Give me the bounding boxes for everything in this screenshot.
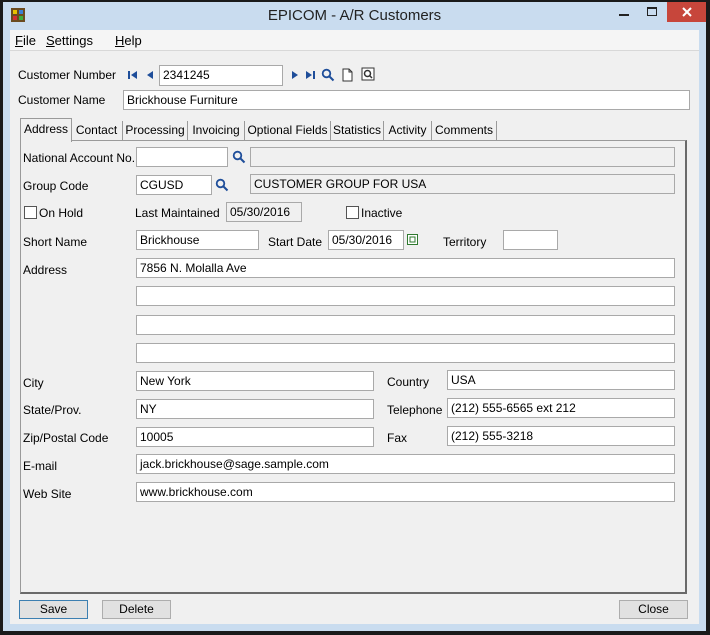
website-label: Web Site — [23, 487, 72, 501]
telephone-label: Telephone — [387, 403, 443, 417]
tab-statistics[interactable]: Statistics — [331, 121, 384, 140]
territory-label: Territory — [443, 235, 487, 249]
delete-button[interactable]: Delete — [102, 600, 171, 619]
close-icon — [681, 7, 692, 17]
customer-number-label: Customer Number — [18, 68, 117, 82]
close-button-label: Close — [638, 602, 669, 616]
close-button[interactable]: Close — [619, 600, 688, 619]
zip-input[interactable]: 10005 — [136, 427, 374, 447]
email-label: E-mail — [23, 459, 58, 473]
short-name-label: Short Name — [23, 235, 88, 249]
on-hold-checkbox[interactable] — [24, 206, 37, 219]
tab-activity[interactable]: Activity — [384, 121, 432, 140]
national-account-label: National Account No. — [23, 151, 136, 165]
last-maintained-value: 05/30/2016 — [226, 202, 302, 222]
last-maintained-label: Last Maintained — [135, 206, 220, 220]
tab-comments[interactable]: Comments — [432, 121, 497, 140]
national-account-input[interactable] — [136, 147, 228, 167]
close-window-button[interactable] — [667, 2, 706, 22]
address-line-4-input[interactable] — [136, 343, 675, 363]
menu-file[interactable]: File — [15, 33, 36, 48]
customer-name-input[interactable]: Brickhouse Furniture — [123, 90, 690, 110]
fax-input[interactable]: (212) 555-3218 — [447, 426, 675, 446]
tab-contact[interactable]: Contact — [71, 121, 123, 140]
territory-input[interactable] — [503, 230, 558, 250]
previous-record-icon[interactable] — [143, 68, 157, 82]
tab-invoicing[interactable]: Invoicing — [188, 121, 245, 140]
start-date-input[interactable]: 05/30/2016 — [328, 230, 404, 250]
menu-help[interactable]: Help — [115, 33, 142, 48]
national-account-search-icon[interactable] — [232, 150, 246, 164]
save-button[interactable]: Save — [19, 600, 88, 619]
tab-optional-fields[interactable]: Optional Fields — [245, 121, 331, 140]
delete-button-label: Delete — [119, 602, 154, 616]
fax-label: Fax — [387, 431, 408, 445]
address-line-1-input[interactable]: 7856 N. Molalla Ave — [136, 258, 675, 278]
email-input[interactable]: jack.brickhouse@sage.sample.com — [136, 454, 675, 474]
maximize-button[interactable] — [638, 2, 666, 22]
zip-label: Zip/Postal Code — [23, 431, 109, 445]
first-record-icon[interactable] — [126, 68, 140, 82]
short-name-input[interactable]: Brickhouse — [136, 230, 259, 250]
group-code-label: Group Code — [23, 179, 89, 193]
minimize-button[interactable] — [610, 2, 638, 22]
group-code-search-icon[interactable] — [215, 178, 229, 192]
start-date-label: Start Date — [268, 235, 323, 249]
on-hold-label: On Hold — [39, 206, 84, 220]
last-record-icon[interactable] — [303, 68, 317, 82]
title-bar: EPICOM - A/R Customers — [3, 2, 706, 30]
customer-number-input[interactable]: 2341245 — [159, 65, 283, 86]
application-window: EPICOM - A/R Customers File Settings Hel… — [3, 2, 706, 631]
search-icon[interactable] — [321, 68, 335, 82]
customer-name-label: Customer Name — [18, 93, 106, 107]
website-input[interactable]: www.brickhouse.com — [136, 482, 675, 502]
state-input[interactable]: NY — [136, 399, 374, 419]
country-input[interactable]: USA — [447, 370, 675, 390]
address-line-3-input[interactable] — [136, 315, 675, 335]
state-label: State/Prov. — [23, 403, 82, 417]
inactive-checkbox[interactable] — [346, 206, 359, 219]
menu-bar: File Settings Help — [10, 30, 699, 51]
window-title: EPICOM - A/R Customers — [267, 7, 442, 24]
group-code-input[interactable]: CGUSD — [136, 175, 212, 195]
minimize-icon — [619, 14, 629, 16]
national-account-description — [250, 147, 675, 167]
client-area: File Settings Help Customer Number 23412… — [10, 30, 699, 624]
address-line-2-input[interactable] — [136, 286, 675, 306]
tab-processing[interactable]: Processing — [123, 121, 188, 140]
zoom-icon[interactable] — [361, 67, 375, 81]
city-input[interactable]: New York — [136, 371, 374, 391]
city-label: City — [23, 376, 44, 390]
maximize-icon — [647, 7, 657, 16]
save-button-label: Save — [39, 602, 68, 616]
inactive-label: Inactive — [361, 206, 403, 220]
calendar-icon[interactable] — [407, 234, 418, 245]
address-label: Address — [23, 263, 68, 277]
group-code-description: CUSTOMER GROUP FOR USA — [250, 174, 675, 194]
next-record-icon[interactable] — [288, 68, 302, 82]
new-document-icon[interactable] — [340, 68, 354, 82]
menu-settings[interactable]: Settings — [46, 33, 93, 48]
tab-address[interactable]: Address — [20, 118, 72, 142]
country-label: Country — [387, 375, 430, 389]
telephone-input[interactable]: (212) 555-6565 ext 212 — [447, 398, 675, 418]
